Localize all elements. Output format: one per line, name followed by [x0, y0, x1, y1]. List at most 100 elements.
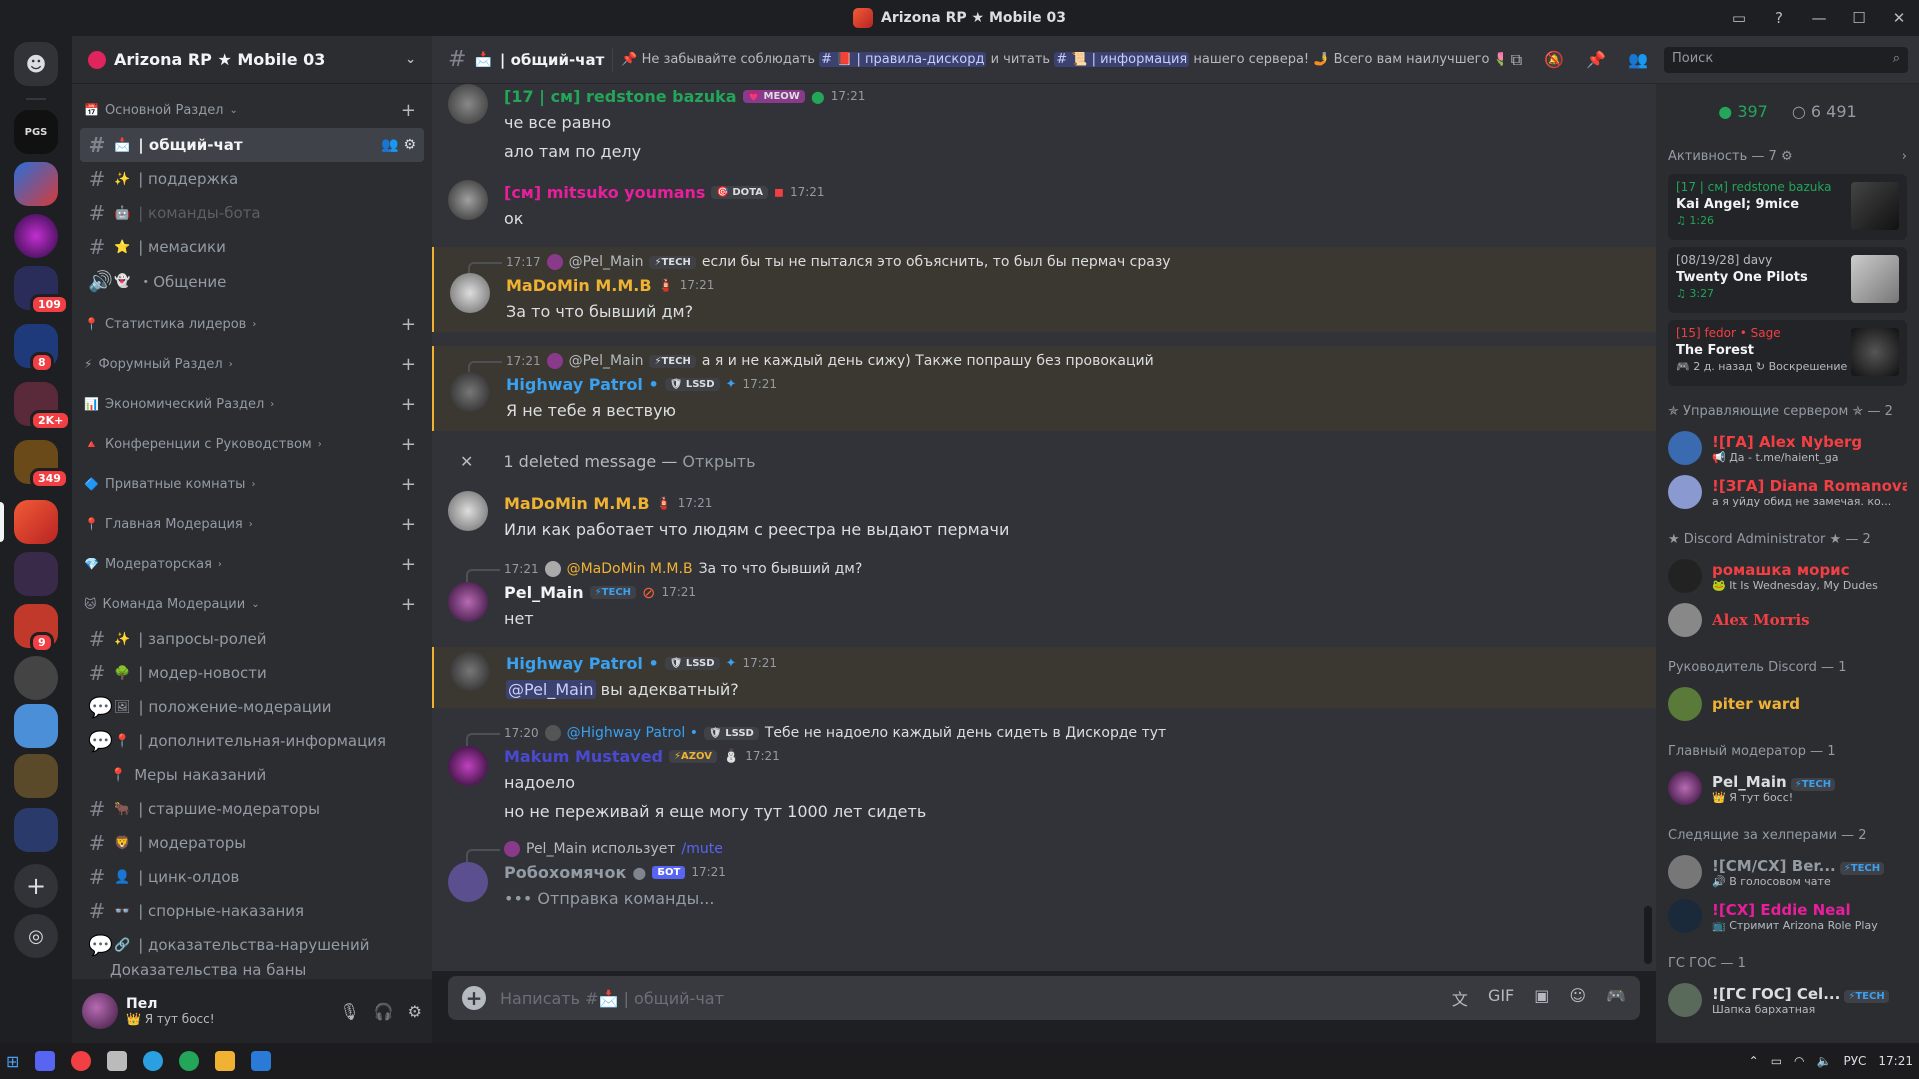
member-item[interactable]: Pel_Main ⚡TECH 👑 Я тут босс!	[1668, 766, 1907, 810]
channel-mention-rules[interactable]: # 📕 | правила-дискорд	[819, 52, 987, 67]
channel-bots[interactable]: # 🤖 | команды-бота	[80, 196, 424, 230]
vscode-taskbar-icon[interactable]	[251, 1051, 272, 1071]
username[interactable]: Робохомячок	[504, 863, 626, 882]
activity-card[interactable]: [17 | см] redstone bazuka Kai Angel; 9mi…	[1668, 174, 1907, 240]
activity-card[interactable]: [08/19/28] davy Twenty One Pilots ♫ 3:27	[1668, 247, 1907, 313]
category-conf[interactable]: 🔺 Конференции с Руководством › +	[80, 426, 424, 462]
channel-addinfo[interactable]: 💬 📍 | дополнительная-информация	[80, 724, 424, 758]
category-econ[interactable]: 📊 Экономический Раздел › +	[80, 386, 424, 422]
member-item[interactable]: Alex Morris	[1668, 598, 1907, 642]
username[interactable]: MaDoMin M.M.B	[506, 276, 652, 295]
add-channel-button[interactable]: +	[401, 394, 416, 415]
windows-start-icon[interactable]: ⊞	[6, 1052, 19, 1071]
avatar[interactable]	[450, 372, 490, 412]
username[interactable]: Highway Patrol •	[506, 654, 659, 673]
avatar[interactable]	[448, 582, 488, 622]
activities-icon[interactable]: 🎮	[1606, 986, 1626, 1010]
discover-button[interactable]: ◎	[14, 914, 58, 958]
category-team[interactable]: 🐱 Команда Модерации ⌄ +	[80, 586, 424, 622]
add-server-button[interactable]: +	[14, 864, 58, 908]
battery-icon[interactable]: ▭	[1771, 1054, 1782, 1068]
attach-button[interactable]: +	[462, 986, 486, 1010]
member-item[interactable]: ![СХ] Eddie Neal 📺 Стримит Arizona Role P…	[1668, 894, 1907, 938]
notepad-taskbar-icon[interactable]	[107, 1051, 128, 1071]
username[interactable]: Highway Patrol •	[506, 375, 659, 394]
minimize-button[interactable]: —	[1799, 9, 1839, 27]
username[interactable]: Pel_Main	[504, 583, 584, 602]
channel-general[interactable]: # 📩 | общий-чат 👥 ⚙	[80, 128, 424, 162]
telegram-taskbar-icon[interactable]	[143, 1051, 164, 1071]
threads-icon[interactable]: ⧉	[1511, 50, 1522, 70]
server-pgs[interactable]: PGS	[14, 110, 58, 154]
clock[interactable]: 17:21	[1878, 1054, 1913, 1068]
add-channel-button[interactable]: +	[401, 594, 416, 615]
channel-senior[interactable]: # 🐂 | старшие-модераторы	[80, 792, 424, 826]
channel-voice[interactable]: 🔊 👻 ・Общение	[80, 264, 424, 298]
category-moder[interactable]: 📍 Главная Модерация › +	[80, 506, 424, 542]
avatar[interactable]	[82, 993, 118, 1029]
gear-icon[interactable]: ⚙	[408, 1002, 422, 1021]
language-indicator[interactable]: РУС	[1843, 1054, 1866, 1068]
sticker-icon[interactable]: ▣	[1534, 986, 1549, 1010]
server-folder-7[interactable]	[14, 808, 58, 852]
inbox-icon[interactable]: ▭	[1719, 9, 1759, 27]
avatar[interactable]	[448, 746, 488, 786]
gif-icon[interactable]: GIF	[1488, 986, 1514, 1010]
member-item[interactable]: ромашка морис 🐸 It Is Wednesday, My Dudes	[1668, 554, 1907, 598]
member-item[interactable]: ![ГС ГОС] Cel... ⚡TECH Шапка бархатная	[1668, 978, 1907, 1022]
avatar[interactable]	[448, 84, 488, 124]
member-item[interactable]: piter ward	[1668, 682, 1907, 726]
add-channel-button[interactable]: +	[401, 354, 416, 375]
category-forum[interactable]: ⚡ Форумный Раздел › +	[80, 346, 424, 382]
channel-topic[interactable]: 📌 Не забывайте соблюдать # 📕 | правила-д…	[621, 52, 1503, 67]
server-arizona[interactable]	[14, 500, 58, 544]
channel-modpos[interactable]: 💬 🖼 | положение-модерации	[80, 690, 424, 724]
avatar[interactable]	[448, 491, 488, 531]
server-header[interactable]: Arizona RP ★ Mobile 03 ⌄	[72, 36, 432, 84]
reply-preview[interactable]: 17:17 @Pel_Main ⚡TECH если бы ты не пыта…	[468, 251, 1640, 276]
channel-mods[interactable]: # 🦁 | модераторы	[80, 826, 424, 860]
wifi-icon[interactable]: ◠	[1794, 1054, 1804, 1068]
close-button[interactable]: ✕	[1879, 9, 1919, 27]
channel-support[interactable]: # ✨ | поддержка	[80, 162, 424, 196]
discord-taskbar-icon[interactable]	[35, 1051, 56, 1071]
member-item[interactable]: ![ЗГА] Diana Romanova а я уйду обид не за…	[1668, 470, 1907, 514]
activity-header[interactable]: Активность — 7 ⚙ ›	[1668, 138, 1907, 174]
close-icon[interactable]: ✕	[460, 452, 473, 471]
reply-preview[interactable]: 17:21 @MaDoMin M.M.B За то что бывший дм…	[466, 558, 1640, 583]
add-channel-button[interactable]: +	[401, 554, 416, 575]
emoji-icon[interactable]: ☺	[1569, 986, 1586, 1010]
chevron-down-icon[interactable]: ⌄	[405, 52, 416, 67]
scrollbar[interactable]	[1644, 906, 1652, 964]
user-mention[interactable]: @Pel_Main	[506, 680, 596, 699]
search-input[interactable]: Поиск ⌕	[1664, 47, 1908, 73]
server-neon[interactable]	[14, 214, 58, 258]
channel-settings-icons[interactable]: 👥 ⚙	[381, 137, 416, 153]
username[interactable]: [см] mitsuko youmans	[504, 183, 705, 202]
add-channel-button[interactable]: +	[401, 474, 416, 495]
username[interactable]: Makum Mustaved	[504, 747, 663, 766]
channel-disputed[interactable]: # 👓 | спорные-наказания	[80, 894, 424, 928]
message-composer[interactable]: + Написать #📩 | общий-чат 文 GIF ▣ ☺ 🎮	[448, 976, 1640, 1020]
channel-evidence[interactable]: 💬 🔗 | доказательства-нарушений	[80, 928, 424, 962]
command-name[interactable]: /mute	[682, 841, 723, 857]
thread-punishments[interactable]: 📍 Меры наказаний	[80, 758, 424, 792]
microphone-icon[interactable]: 🎙	[339, 1002, 359, 1021]
notification-bell-icon[interactable]: 🔕	[1544, 50, 1564, 70]
reply-preview[interactable]: 17:20 @Highway Patrol • 🛡 LSSD Тебе не н…	[466, 722, 1640, 747]
add-channel-button[interactable]: +	[401, 514, 416, 535]
home-button[interactable]: ☻	[14, 42, 58, 86]
help-icon[interactable]: ?	[1759, 9, 1799, 27]
server-renger[interactable]	[14, 162, 58, 206]
members-icon[interactable]: 👥	[1628, 50, 1648, 70]
whatsapp-taskbar-icon[interactable]	[179, 1051, 200, 1071]
member-item[interactable]: ![ГА] Alex Nyberg 📢 Да - t.me/haient_ga	[1668, 426, 1907, 470]
category-private[interactable]: 🔷 Приватные комнаты › +	[80, 466, 424, 502]
avatar[interactable]	[448, 180, 488, 220]
category-main[interactable]: 📅 Основной Раздел ⌄ +	[80, 92, 424, 128]
chevron-right-icon[interactable]: ›	[1902, 149, 1907, 164]
pin-icon[interactable]: 📌	[1586, 50, 1606, 70]
avatar[interactable]	[450, 651, 490, 691]
channel-roles[interactable]: # ✨ | запросы-ролей	[80, 622, 424, 656]
category-modroom[interactable]: 💎 Модераторская › +	[80, 546, 424, 582]
